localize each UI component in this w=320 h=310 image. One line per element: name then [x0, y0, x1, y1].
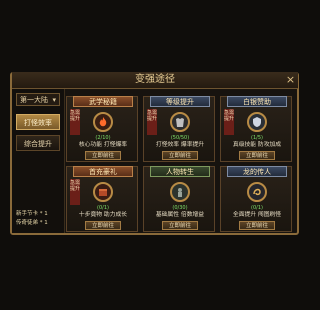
progress-text: (0/1) [251, 205, 263, 211]
dropdown-value: 第一大陆 [20, 96, 48, 104]
card-rebirth[interactable]: 人物转生 (0/30) 基础属性 倍数增益 立即前往 [143, 166, 215, 232]
urgent-tag: 急需提升 [147, 109, 157, 135]
armor-icon [170, 112, 190, 132]
card-desc: 十步竟物 助力成长 [78, 212, 128, 218]
sidebar-note: 传奇徒弟 * 1 [16, 220, 48, 226]
card-desc: 核心功能 打怪爆率 [78, 142, 128, 148]
go-button[interactable]: 立即前往 [162, 151, 198, 160]
flame-icon [93, 112, 113, 132]
window-title: 变强途径 [135, 74, 175, 85]
card-title: 龙的传人 [227, 166, 287, 177]
card-title: 白银赞助 [227, 96, 287, 107]
urgent-tag: 急需提升 [70, 109, 80, 135]
progress-text: (1/5) [251, 135, 263, 141]
card-title: 等级提升 [150, 96, 210, 107]
urgent-tag: 急需提升 [224, 109, 234, 135]
card-dragon-heir[interactable]: 龙的传人 (0/1) 全面提升 闯图刷怪 立即前往 [220, 166, 292, 232]
card-desc: 真级技能 防攻加成 [232, 142, 282, 148]
efficiency-button[interactable]: 打怪效率 [16, 114, 60, 130]
go-button[interactable]: 立即前往 [239, 151, 275, 160]
card-first-recharge[interactable]: 首充豪礼 急需提升 (0/1) 十步竟物 助力成长 立即前往 [66, 166, 138, 232]
card-level-up[interactable]: 等级提升 急需提升 (50/50) 打怪效率 爆率提升 立即前往 [143, 96, 215, 162]
card-desc: 打怪效率 爆率提升 [155, 142, 205, 148]
progress-text: (0/1) [97, 205, 109, 211]
go-button[interactable]: 立即前往 [85, 151, 121, 160]
shield-icon [247, 112, 267, 132]
statue-icon [170, 182, 190, 202]
dragon-icon [247, 182, 267, 202]
chest-icon [93, 182, 113, 202]
progress-text: (50/50) [170, 135, 190, 141]
card-title: 武学秘籍 [73, 96, 133, 107]
close-icon[interactable]: × [285, 74, 296, 85]
card-desc: 基础属性 倍数增益 [155, 212, 205, 218]
chevron-down-icon: ▾ [52, 96, 56, 104]
card-desc: 全面提升 闯图刷怪 [232, 212, 282, 218]
urgent-tag: 急需提升 [70, 179, 80, 205]
overall-button[interactable]: 综合提升 [16, 135, 60, 151]
card-title: 人物转生 [150, 166, 210, 177]
go-button[interactable]: 立即前往 [162, 221, 198, 230]
card-martial-book[interactable]: 武学秘籍 急需提升 (2/10) 核心功能 打怪爆率 立即前往 [66, 96, 138, 162]
go-button[interactable]: 立即前往 [85, 221, 121, 230]
card-silver-sponsor[interactable]: 白银赞助 急需提升 (1/5) 真级技能 防攻加成 立即前往 [220, 96, 292, 162]
card-title: 首充豪礼 [73, 166, 133, 177]
progress-text: (0/30) [172, 205, 188, 211]
progress-text: (2/10) [95, 135, 111, 141]
continent-dropdown[interactable]: 第一大陆 ▾ [16, 93, 60, 106]
sidebar-note: 新手节卡 * 1 [16, 211, 48, 217]
go-button[interactable]: 立即前往 [239, 221, 275, 230]
